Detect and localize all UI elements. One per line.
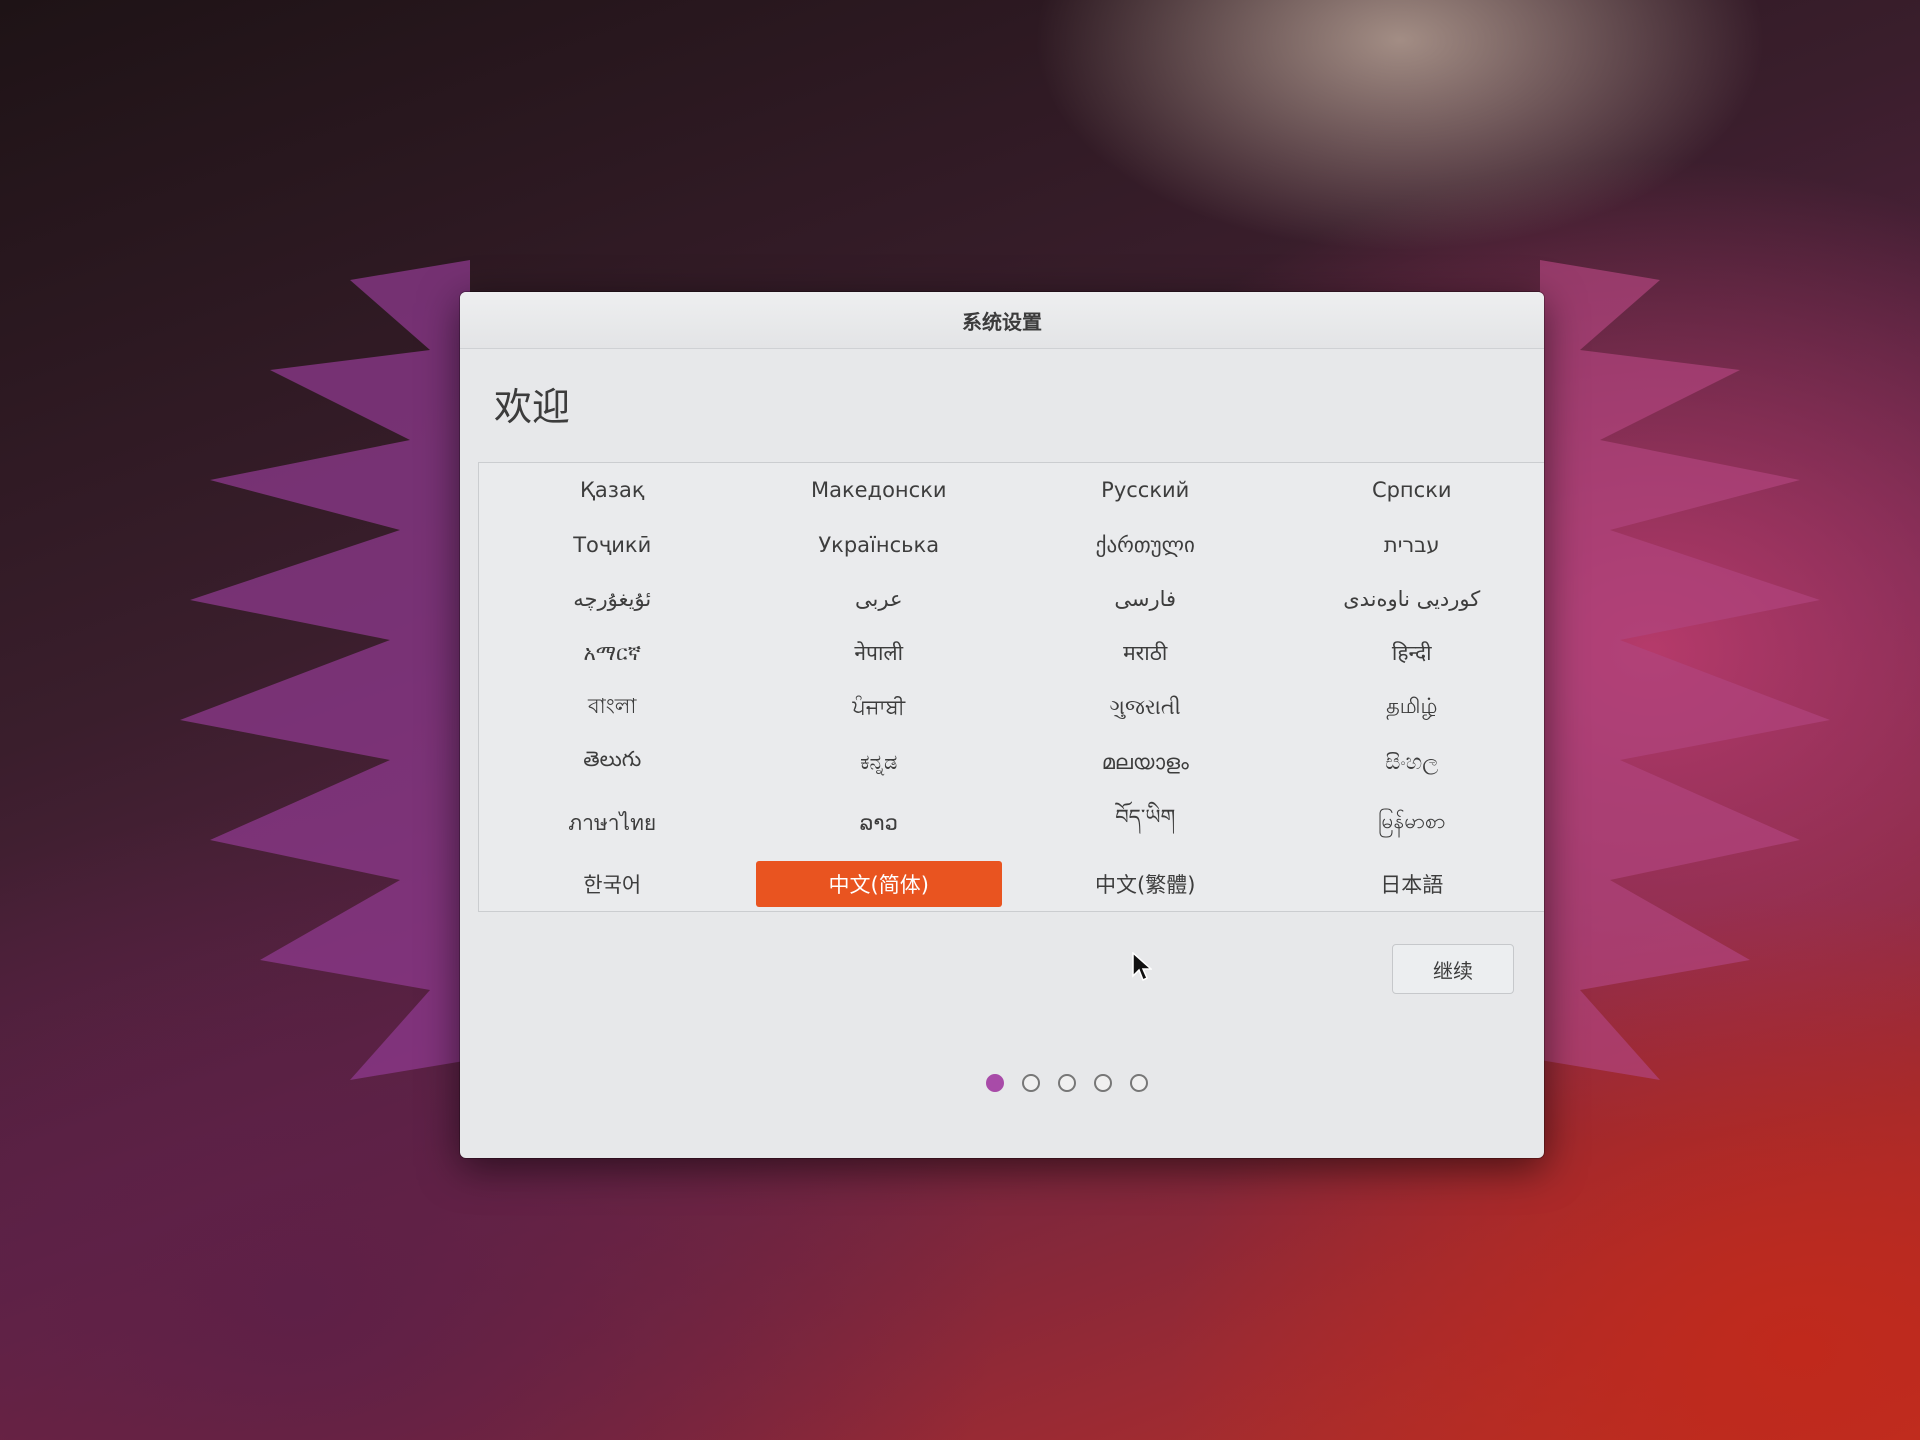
language-option[interactable]: తెలుగు xyxy=(489,739,736,785)
continue-button[interactable]: 继续 xyxy=(1392,944,1514,994)
language-option[interactable]: नेपाली xyxy=(756,630,1003,676)
wallpaper-wing-right xyxy=(1540,260,1830,1080)
language-option[interactable]: ქართული xyxy=(1022,521,1269,567)
language-option[interactable]: मराठी xyxy=(1022,630,1269,676)
page-indicator xyxy=(460,1074,1544,1092)
page-dot xyxy=(1022,1074,1040,1092)
page-heading: 欢迎 xyxy=(494,385,571,429)
language-option[interactable]: தமிழ் xyxy=(1289,685,1536,731)
language-option[interactable]: ئۇيغۇرچە xyxy=(489,576,736,622)
page-dot xyxy=(1094,1074,1112,1092)
language-option[interactable]: עברית xyxy=(1289,521,1536,567)
language-option[interactable]: हिन्दी xyxy=(1289,630,1536,676)
language-option[interactable]: Қазақ xyxy=(489,467,736,513)
wallpaper-wing-left xyxy=(180,260,470,1080)
language-option[interactable]: ລາວ xyxy=(756,794,1003,853)
language-option[interactable]: فارسی xyxy=(1022,576,1269,622)
system-settings-window: 系统设置 欢迎 Қазақ Македонски Русский Српски Тоҷи… xyxy=(460,292,1544,1158)
language-option[interactable]: 中文(繁體) xyxy=(1022,861,1269,907)
page-dot xyxy=(1058,1074,1076,1092)
language-option[interactable]: Русский xyxy=(1022,467,1269,513)
language-option[interactable]: 日本語 xyxy=(1289,861,1536,907)
language-option[interactable]: Македонски xyxy=(756,467,1003,513)
language-option[interactable]: Українська xyxy=(756,521,1003,567)
language-option[interactable]: ਪੰਜਾਬੀ xyxy=(756,685,1003,731)
language-option[interactable]: བོད་ཡིག xyxy=(1022,794,1269,853)
window-titlebar[interactable]: 系统设置 xyxy=(460,292,1544,349)
language-option[interactable]: മലയാളം xyxy=(1022,739,1269,785)
language-option-selected[interactable]: 中文(简体) xyxy=(755,860,1002,907)
page-dot-active xyxy=(986,1074,1004,1092)
language-option[interactable]: አማርኛ xyxy=(489,630,736,676)
language-option[interactable]: မြန်မာစာ xyxy=(1289,794,1536,853)
language-option[interactable]: عربى xyxy=(756,576,1003,622)
language-option[interactable]: کوردیی ناوەندی xyxy=(1289,576,1536,622)
language-option[interactable]: Српски xyxy=(1289,467,1536,513)
language-option[interactable]: ગુજરાતી xyxy=(1022,685,1269,731)
mouse-cursor-icon xyxy=(1132,952,1152,982)
language-list[interactable]: Қазақ Македонски Русский Српски Тоҷикӣ Україн… xyxy=(478,462,1544,912)
language-option[interactable]: ಕನ್ನಡ xyxy=(756,739,1003,785)
language-option[interactable]: Тоҷикӣ xyxy=(489,521,736,567)
window-title: 系统设置 xyxy=(962,309,1042,334)
language-option[interactable]: ภาษาไทย xyxy=(489,794,736,853)
language-option[interactable]: বাংলা xyxy=(489,685,736,731)
language-option[interactable]: 한국어 xyxy=(489,861,736,907)
language-option[interactable]: සිංහල xyxy=(1289,739,1536,785)
page-dot xyxy=(1130,1074,1148,1092)
